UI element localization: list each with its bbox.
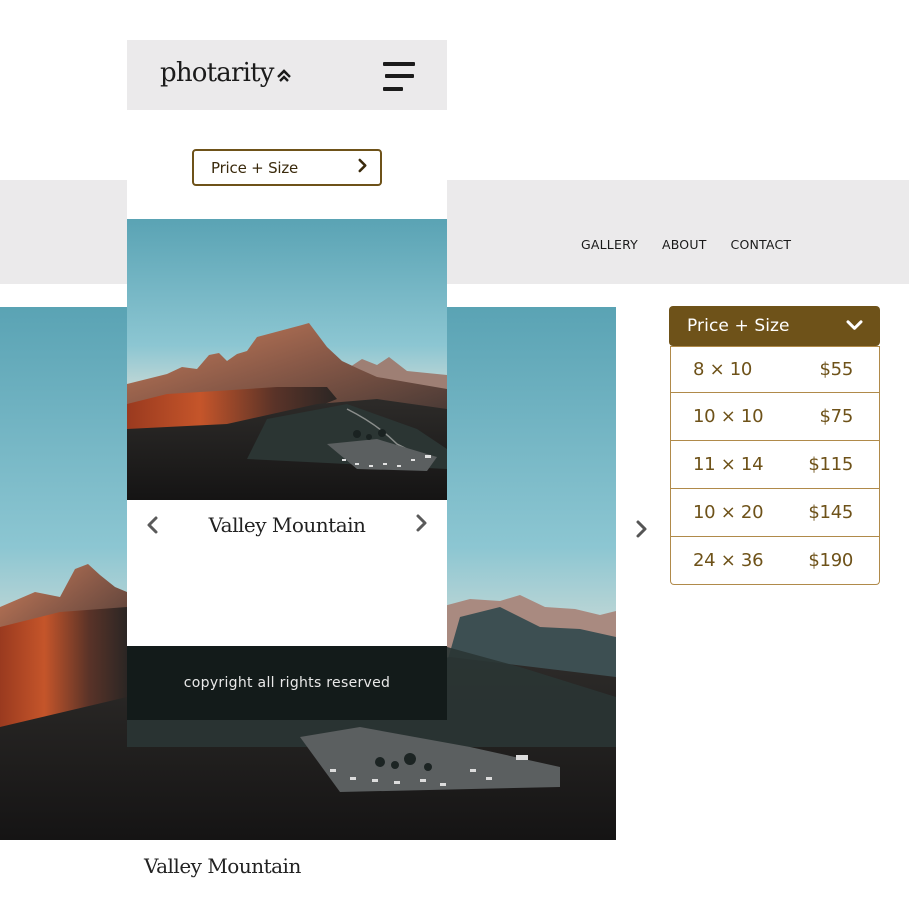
logo-text: photarity	[160, 58, 274, 88]
price-option[interactable]: 11 × 14 $115	[671, 440, 879, 488]
mobile-header: photarity	[127, 40, 447, 110]
desktop-photo-caption: Valley Mountain	[144, 854, 301, 878]
print-price: $145	[808, 502, 853, 523]
mobile-photo-caption-row: Valley Mountain	[127, 502, 447, 552]
mobile-price-size-button[interactable]: Price + Size	[192, 149, 382, 186]
price-size-dropdown-header[interactable]: Price + Size	[669, 306, 880, 346]
mobile-mountain-photo	[127, 219, 447, 500]
nav-link-gallery[interactable]: GALLERY	[581, 237, 638, 252]
print-size: 10 × 20	[693, 502, 764, 523]
price-option[interactable]: 10 × 10 $75	[671, 392, 879, 440]
print-size: 11 × 14	[693, 454, 764, 475]
chevron-right-icon[interactable]	[414, 512, 430, 534]
desktop-nav-links: GALLERY ABOUT CONTACT	[581, 237, 791, 252]
chevron-down-icon	[845, 317, 864, 336]
print-size: 24 × 36	[693, 550, 764, 571]
copyright-text: copyright all rights reserved	[183, 675, 391, 691]
mobile-footer: copyright all rights reserved	[127, 646, 447, 720]
price-size-dropdown: Price + Size 8 × 10 $55 10 × 10 $75 11 ×…	[669, 306, 880, 585]
mobile-view: photarity Price + Size Valley Mountain c…	[127, 40, 447, 720]
price-option[interactable]: 10 × 20 $145	[671, 488, 879, 536]
nav-link-contact[interactable]: CONTACT	[731, 237, 792, 252]
logo-mark-icon	[276, 59, 292, 82]
print-price: $75	[819, 406, 854, 427]
price-option[interactable]: 24 × 36 $190	[671, 536, 879, 584]
price-size-label: Price + Size	[687, 316, 790, 336]
print-size: 10 × 10	[693, 406, 764, 427]
nav-link-about[interactable]: ABOUT	[662, 237, 707, 252]
chevron-right-icon	[357, 158, 368, 177]
mobile-photo-caption: Valley Mountain	[208, 513, 366, 537]
mobile-price-size-label: Price + Size	[211, 158, 299, 177]
price-size-options: 8 × 10 $55 10 × 10 $75 11 × 14 $115 10 ×…	[670, 346, 880, 585]
chevron-right-icon[interactable]	[634, 518, 650, 540]
hamburger-menu-icon[interactable]	[383, 61, 416, 93]
site-logo[interactable]: photarity	[160, 58, 292, 88]
price-option[interactable]: 8 × 10 $55	[671, 346, 879, 392]
print-price: $115	[808, 454, 853, 475]
print-price: $55	[819, 359, 854, 380]
print-size: 8 × 10	[693, 359, 753, 380]
print-price: $190	[808, 550, 853, 571]
